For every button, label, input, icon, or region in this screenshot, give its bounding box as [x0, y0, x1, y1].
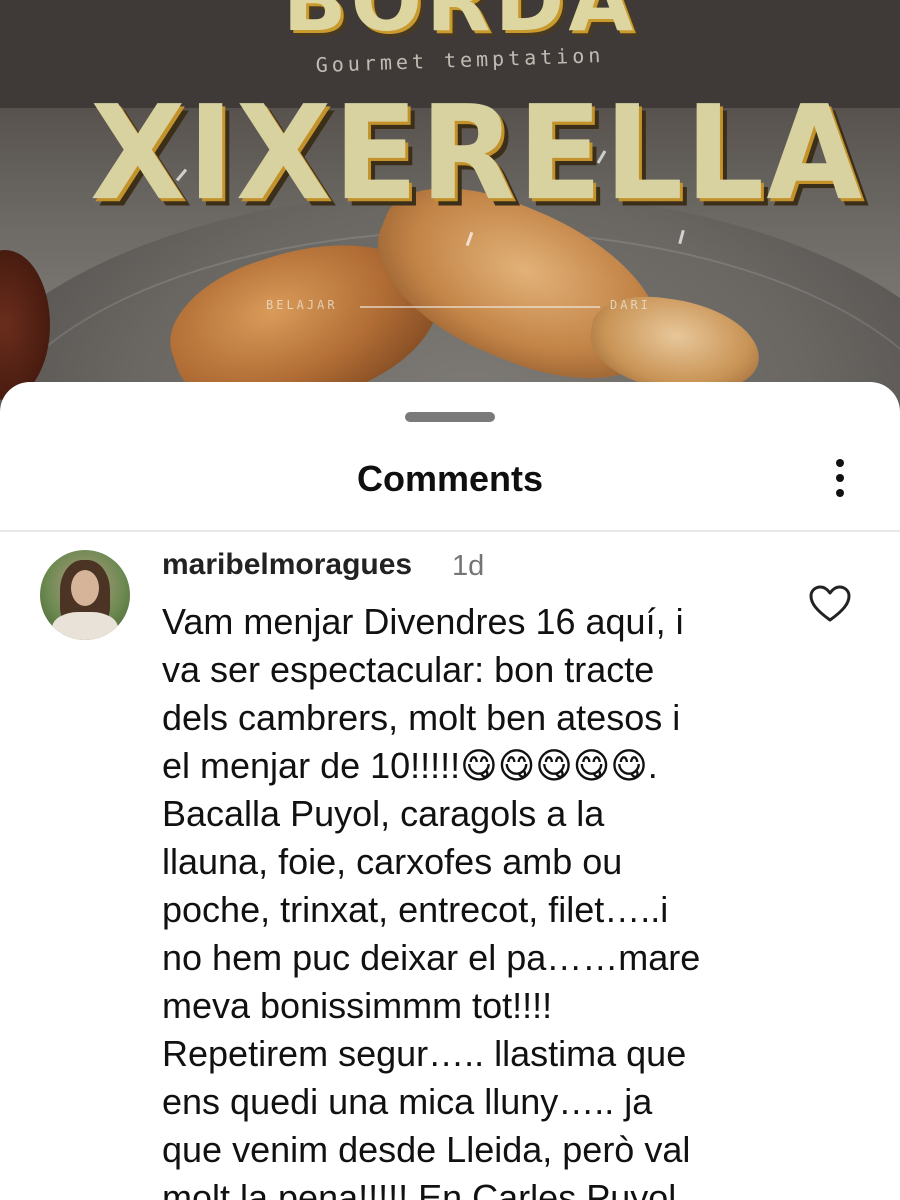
more-vertical-icon [836, 459, 844, 467]
comment-timestamp: 1d [452, 550, 485, 582]
more-vertical-icon-dot [836, 489, 844, 497]
like-button[interactable] [808, 584, 852, 624]
header-divider [0, 530, 900, 532]
brand-foot-divider [360, 306, 600, 308]
avatar[interactable] [40, 550, 130, 640]
comments-sheet: Comments maribelmoragues 1d Vam menjar D… [0, 382, 900, 1200]
heart-outline-icon [809, 585, 851, 622]
comment-text: Vam menjar Divendres 16 aquí, i va ser e… [162, 601, 701, 1200]
brand-foot-left: BELAJAR [266, 298, 338, 312]
more-vertical-icon-dot [836, 474, 844, 482]
brand-main-word: XIXERELLA [90, 78, 865, 230]
avatar-face [71, 570, 99, 606]
more-options-button[interactable] [818, 456, 862, 500]
sheet-title: Comments [356, 458, 544, 499]
comment-username[interactable]: maribelmoragues [162, 548, 412, 582]
brand-foot-right: DARI [610, 298, 651, 312]
avatar-shirt [52, 612, 118, 640]
background-video-frame: BORDA Gourmet temptation XIXERELLA BELAJ… [0, 0, 900, 420]
sheet-drag-handle[interactable] [405, 412, 495, 422]
